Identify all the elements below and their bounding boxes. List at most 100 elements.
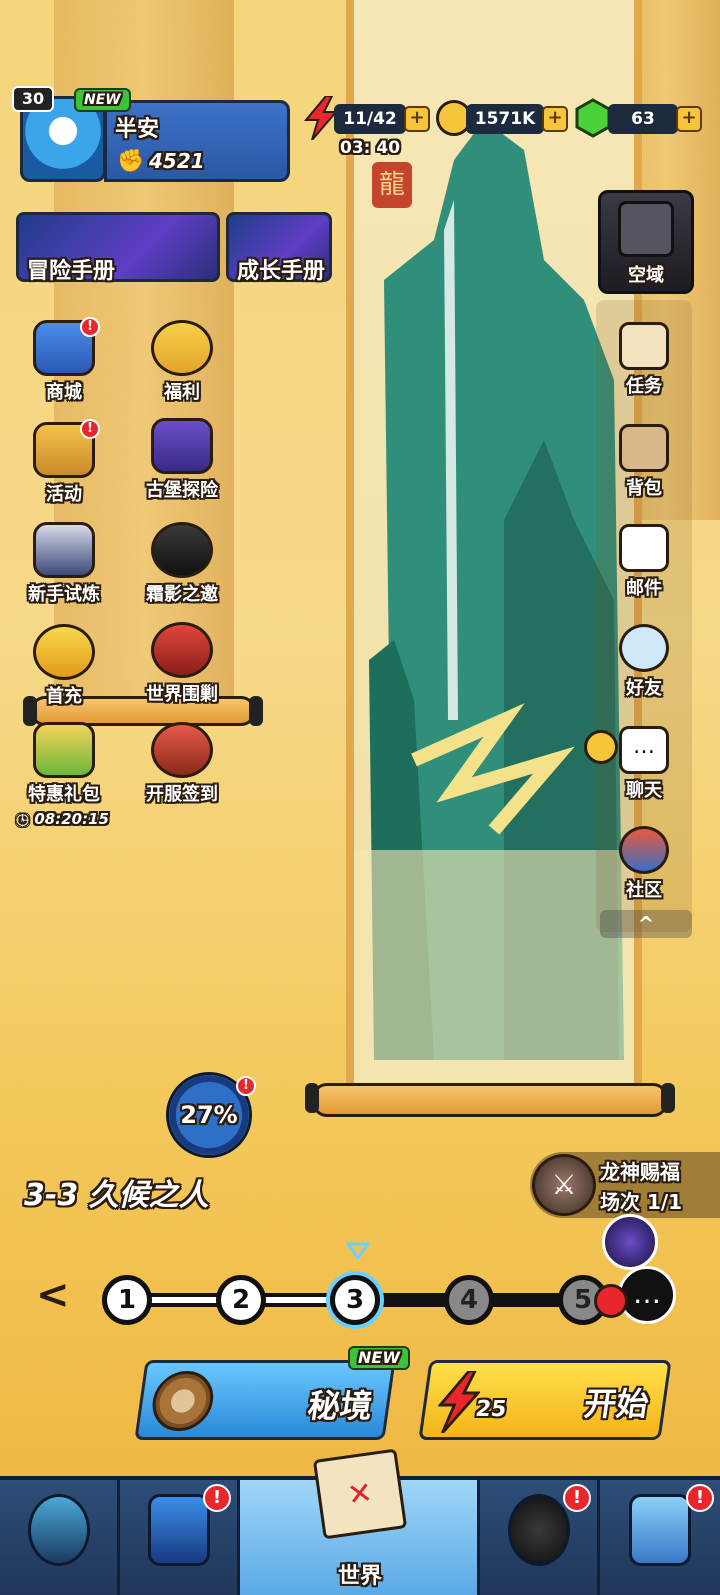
stage-dot-4[interactable]: 4 [444,1275,494,1325]
nav-tab-upgrade[interactable]: ! [120,1480,240,1595]
menu-frost-label: 霜影之邀 [146,584,218,605]
backpack-icon [619,424,669,472]
menu-welfare[interactable]: 福利 [132,320,232,404]
menu-signin-label: 开服签到 [146,784,218,805]
stone-shield-icon [618,201,674,257]
menu-gift-pack-label: 特惠礼包 [28,784,100,805]
menu-first-recharge[interactable]: 首充 [14,624,114,708]
collapse-menu-button[interactable]: ^ [600,910,692,938]
secret-realm-button[interactable]: 秘境 [134,1360,396,1440]
dragon-blessing-panel[interactable]: ⚔ 龙神赐福 场次 1/1 [530,1152,720,1218]
side-bag-label: 背包 [626,478,662,499]
clock-icon: ◷ [16,810,30,828]
nav-tab-world[interactable]: ✕ 世界 [240,1448,480,1595]
menu-castle[interactable]: 古堡探险 [132,418,232,502]
chat-dots-icon: … [633,1277,661,1310]
adventure-manual-button[interactable]: 冒险手册 [16,212,220,284]
player-power: 4521 [149,149,205,173]
red-dragon-icon [151,622,213,678]
side-mail[interactable]: 邮件 [596,524,692,600]
menu-world-siege[interactable]: 世界围剿 [132,622,232,706]
friends-icon [619,624,669,672]
side-mail-label: 邮件 [626,578,662,599]
energy-icon [303,95,339,141]
secret-realm-label: 秘境 [305,1387,375,1425]
blessing-title: 龙神赐福 [600,1160,680,1184]
side-friends[interactable]: 好友 [596,624,692,700]
treasure-chest-icon: ! [33,317,100,376]
power-icon: ✊ [117,149,145,174]
menu-signin[interactable]: 开服签到 [132,722,232,806]
events-alert-badge: ! [80,419,100,439]
side-quests-label: 任务 [626,376,662,397]
stage-dot-3[interactable]: 3 [330,1275,380,1325]
menu-world-siege-label: 世界围剿 [146,684,218,705]
nav-tab-heroes[interactable] [0,1480,120,1595]
menu-shop-label: 商城 [46,382,82,403]
menu-gift-pack[interactable]: 特惠礼包 [14,722,114,806]
creature-community-icon [619,826,669,874]
gift-chest-icon: ! [33,419,100,478]
floating-notify-icon [594,1284,628,1318]
chat-notify-icon [584,730,618,764]
castle-icon [151,418,213,474]
gold-add-button[interactable]: + [542,106,568,132]
pets-alert-badge: ! [563,1484,591,1512]
upgrade-alert-badge: ! [203,1484,231,1512]
menu-frost[interactable]: 霜影之邀 [132,522,232,606]
scroll-rod-bottom [305,1083,675,1117]
side-chat-label: 聊天 [626,780,662,801]
treasure-map-icon: ✕ [312,1448,408,1540]
shield-icon [33,522,95,578]
player-name-plate[interactable]: 半安 ✊ 4521 [104,100,290,182]
energy-add-button[interactable]: + [404,106,430,132]
menu-events-label: 活动 [46,484,82,505]
boss-portrait-icon [602,1214,658,1270]
side-community-label: 社区 [626,880,662,901]
menu-shop[interactable]: ! 商城 [14,317,114,404]
gold-counter: 1571K [466,104,544,134]
piggy-bank-icon [151,320,213,376]
seal-stamp: 龍 [372,162,412,208]
nav-world-label: 世界 [337,1564,382,1589]
guild-house-icon [629,1494,691,1566]
upgrade-hexagon-icon [147,1494,210,1566]
start-button[interactable]: 25 开始 [418,1360,672,1440]
menu-castle-label: 古堡探险 [146,480,218,501]
stage-dot-2[interactable]: 2 [216,1275,266,1325]
void-button[interactable]: 空域 [598,190,694,294]
stage-title: 3-3 久候之人 [24,1178,209,1213]
stage-dot-1[interactable]: 1 [102,1275,152,1325]
gift-pack-timer-text: 08:20:15 [34,810,109,828]
gem-add-button[interactable]: + [676,106,702,132]
menu-events[interactable]: ! 活动 [14,419,114,506]
scroll-icon [619,322,669,370]
gem-icon [574,98,612,138]
energy-counter: 11/42 [334,104,406,134]
gift-pack-timer: ◷ 08:20:15 [16,810,109,828]
progress-percent: 27% [180,1101,238,1129]
menu-trial[interactable]: 新手试炼 [14,522,114,606]
side-bag[interactable]: 背包 [596,424,692,500]
coin-sack-icon [33,722,95,778]
menu-trial-label: 新手试炼 [28,584,100,605]
energy-timer: 03: 40 [340,138,401,158]
nav-tab-pets[interactable]: ! [480,1480,600,1595]
side-quests[interactable]: 任务 [596,322,692,398]
menu-first-recharge-label: 首充 [46,686,82,707]
envelope-icon [619,524,669,572]
side-friends-label: 好友 [626,678,662,699]
growth-manual-button[interactable]: 成长手册 [226,212,332,284]
side-community[interactable]: 社区 [596,826,692,902]
shop-alert-badge: ! [80,317,100,337]
shadow-creature-icon [507,1494,570,1566]
player-name: 半安 [115,117,160,142]
gem-counter: 63 [608,104,678,134]
start-energy-cost: 25 [473,1397,509,1422]
player-level-badge: 30 [12,86,54,112]
stage-prev-arrow[interactable]: < [36,1272,70,1318]
menu-welfare-label: 福利 [164,382,200,403]
nav-tab-guild[interactable]: ! [600,1480,720,1595]
void-label: 空域 [628,265,664,286]
crossed-swords-icon: ⚔ [532,1154,596,1216]
